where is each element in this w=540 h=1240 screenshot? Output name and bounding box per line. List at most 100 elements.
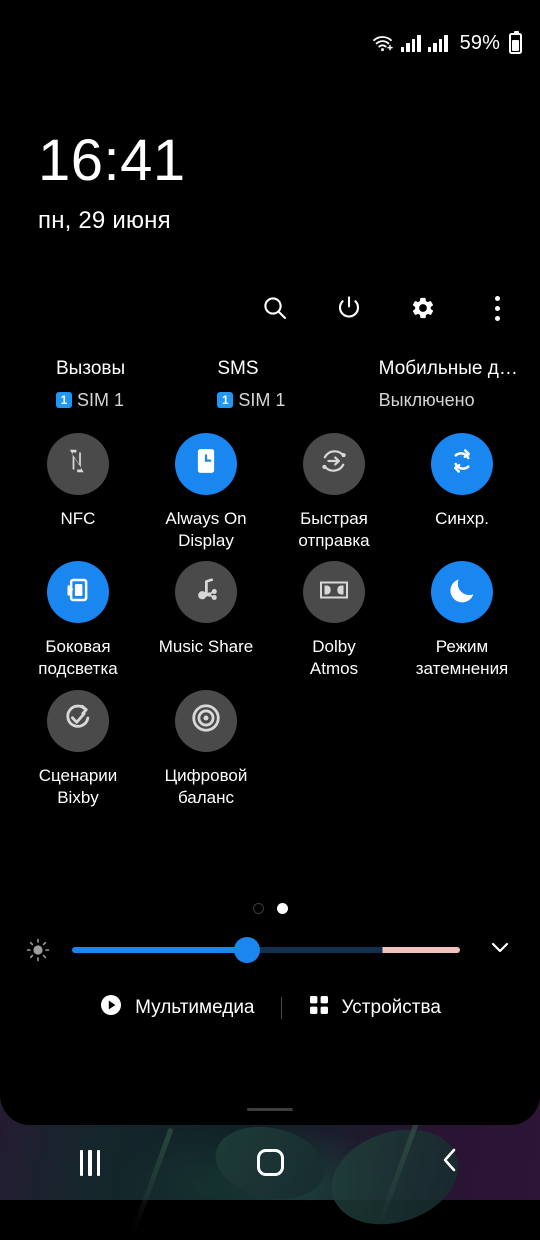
brightness-slider-track — [72, 946, 460, 953]
tile-icon-bg — [431, 432, 493, 495]
tile-label: Цифровой баланс — [164, 765, 248, 807]
tile-label: Music Share — [158, 637, 254, 657]
recents-icon — [79, 1149, 101, 1176]
sim-badge: 1 — [56, 392, 72, 409]
tile-always-on-display[interactable]: Always On Display — [142, 432, 270, 552]
settings-button[interactable] — [406, 291, 440, 325]
digital-wellbeing-icon — [190, 702, 222, 739]
sync-icon — [447, 446, 477, 481]
tile-label: Синхр. — [435, 508, 489, 528]
tile-icon-bg — [47, 561, 109, 624]
power-icon — [336, 295, 362, 321]
sim-subtitle-row: 1 SIM 1 — [56, 390, 217, 411]
clock-area: 16:41 пн, 29 июня — [0, 86, 540, 235]
brightness-icon — [18, 937, 58, 963]
sim-subtitle: SIM 1 — [238, 389, 286, 410]
music-share-icon — [191, 575, 221, 610]
sim-subtitle: SIM 1 — [77, 389, 125, 410]
page-dot-2[interactable] — [276, 903, 288, 915]
clock-date: пн, 29 июня — [38, 207, 171, 234]
home-button[interactable] — [225, 1139, 315, 1187]
brightness-slider[interactable] — [72, 936, 460, 963]
chevron-down-icon — [487, 934, 513, 965]
tile-icon-bg — [431, 561, 493, 624]
wifi-calling-icon — [372, 34, 394, 52]
bottom-actions: Мультимедиа Устройства — [0, 965, 540, 1022]
tile-icon-bg — [303, 561, 365, 624]
tile-icon-bg — [175, 689, 237, 752]
tile-dark-mode[interactable]: Режим затемнения — [398, 561, 526, 680]
media-button[interactable]: Мультимедиа — [73, 993, 280, 1022]
tile-quick-share[interactable]: Быстрая отправка — [270, 432, 398, 552]
back-chevron-icon — [437, 1145, 463, 1180]
sim-subtitle: Выключено — [378, 389, 475, 410]
devices-label: Устройства — [341, 996, 441, 1018]
more-vertical-icon — [494, 295, 500, 321]
status-bar: 59% — [0, 0, 540, 86]
tile-label: Режим затемнения — [415, 637, 509, 678]
tile-icon-bg — [175, 432, 237, 495]
tile-icon-bg — [303, 432, 365, 495]
dark-mode-moon-icon — [446, 574, 478, 611]
sim-item-sms[interactable]: SMS 1 SIM 1 — [217, 357, 378, 411]
play-circle-icon — [99, 993, 123, 1022]
sim-title: Вызовы — [56, 358, 126, 379]
bixby-routines-icon — [62, 702, 94, 739]
page-dot-1[interactable] — [252, 903, 264, 915]
media-label: Мультимедиа — [135, 996, 255, 1018]
signal-bars-icon-sim2 — [427, 34, 448, 52]
signal-bars-icon-sim1 — [400, 34, 421, 52]
sim-item-calls[interactable]: Вызовы 1 SIM 1 — [56, 357, 217, 411]
quick-settings-tiles: NFC Always On Display Быстрая отправка С… — [0, 411, 540, 809]
nfc-icon — [63, 446, 93, 481]
tile-sync[interactable]: Синхр. — [398, 432, 526, 552]
recents-button[interactable] — [45, 1139, 135, 1187]
quick-settings-panel: 59% 16:41 пн, 29 июня Вызовы 1 SIM 1 SMS… — [0, 0, 540, 1125]
overflow-menu-button[interactable] — [480, 291, 514, 325]
tile-bixby-routines[interactable]: Сценарии Bixby — [14, 689, 142, 809]
brightness-expand-button[interactable] — [478, 934, 522, 965]
tile-nfc[interactable]: NFC — [14, 432, 142, 552]
back-button[interactable] — [405, 1139, 495, 1187]
tile-label: Сценарии Bixby — [38, 765, 118, 807]
quick-share-icon — [318, 445, 350, 482]
tile-digital-wellbeing[interactable]: Цифровой баланс — [142, 689, 270, 809]
grid-dots-icon — [308, 994, 330, 1021]
gear-icon — [410, 295, 436, 321]
tile-label: Быстрая отправка — [298, 508, 370, 550]
sim-subtitle-row: 1 SIM 1 — [217, 390, 378, 411]
navigation-bar — [0, 1125, 540, 1200]
tile-icon-bg — [47, 689, 109, 752]
tile-dolby-atmos[interactable]: Dolby Atmos — [270, 561, 398, 680]
page-indicator — [0, 808, 540, 915]
sim-subtitle-row: Выключено — [379, 390, 540, 411]
sim-title: SMS — [217, 358, 259, 379]
edge-lighting-icon — [63, 575, 93, 610]
tile-music-share[interactable]: Music Share — [142, 561, 270, 680]
panel-toolbar — [0, 235, 540, 325]
panel-drag-handle[interactable] — [247, 1108, 293, 1111]
clock-time: 16:41 — [38, 128, 186, 193]
always-on-display-icon — [191, 446, 221, 481]
tile-edge-lighting[interactable]: Боковая подсветка — [14, 561, 142, 680]
power-button[interactable] — [332, 291, 366, 325]
tile-label: Dolby Atmos — [309, 637, 359, 678]
tile-label: Always On Display — [165, 508, 247, 550]
sim-item-mobile-data[interactable]: Мобильные да… Выключено — [379, 357, 540, 411]
brightness-slider-thumb[interactable] — [233, 936, 260, 963]
sim-badge: 1 — [217, 392, 234, 409]
dolby-atmos-icon — [318, 578, 350, 607]
devices-button[interactable]: Устройства — [282, 994, 467, 1021]
battery-icon — [509, 30, 522, 54]
battery-percent-label: 59% — [459, 31, 500, 54]
tile-icon-bg — [47, 432, 109, 495]
sim-title: Мобильные да… — [378, 358, 519, 379]
tile-label: Боковая подсветка — [38, 637, 118, 678]
sim-status-row: Вызовы 1 SIM 1 SMS 1 SIM 1 Мобильные да…… — [56, 325, 540, 411]
search-button[interactable] — [258, 291, 292, 325]
search-icon — [262, 295, 288, 321]
brightness-row — [18, 914, 522, 965]
tile-label: NFC — [60, 508, 96, 528]
home-icon — [256, 1149, 284, 1176]
tile-icon-bg — [175, 561, 237, 624]
